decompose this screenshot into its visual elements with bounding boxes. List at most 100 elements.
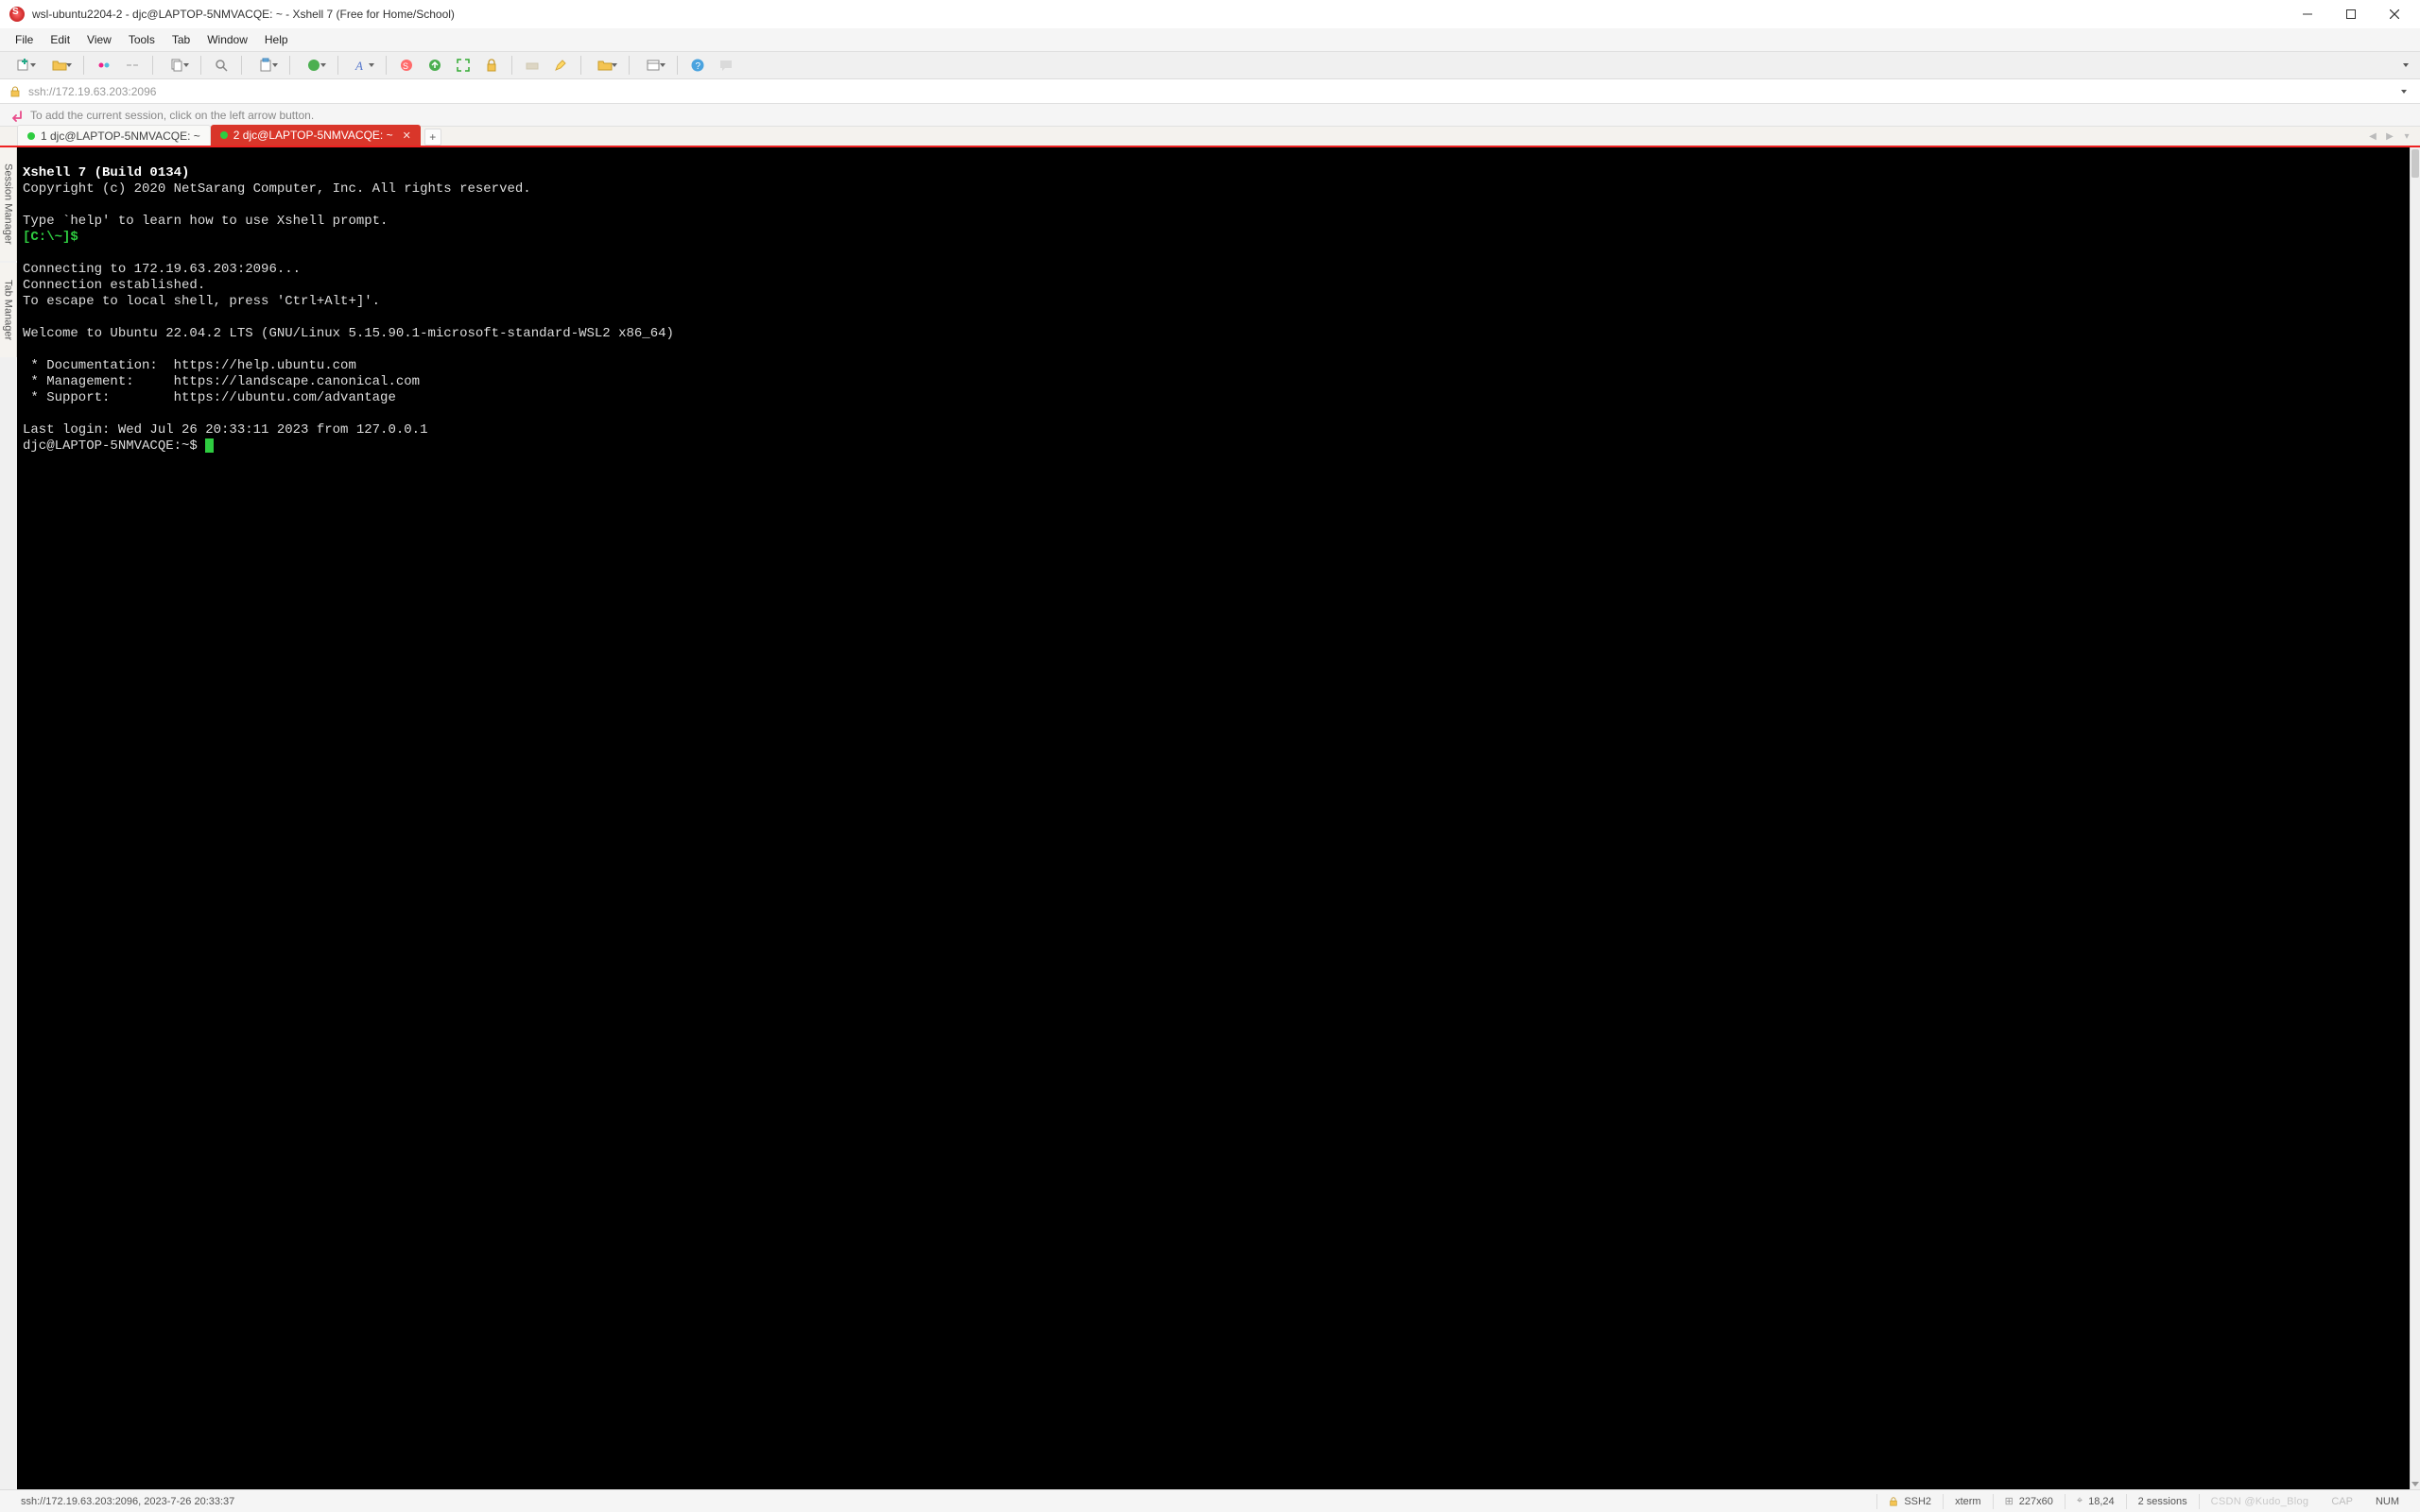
session-tabs: 1 djc@LAPTOP-5NMVACQE: ~ 2 djc@LAPTOP-5N… — [0, 127, 2420, 147]
transfer-button[interactable] — [520, 54, 544, 77]
tab-list-button[interactable]: ▾ — [2399, 129, 2414, 144]
chat-button[interactable] — [714, 54, 738, 77]
status-cursor-pos: ⌖18,24 — [2066, 1490, 2126, 1512]
layout-button[interactable] — [637, 54, 669, 77]
open-session-button[interactable] — [43, 54, 76, 77]
toolbar-separator — [337, 56, 338, 75]
reconnect-button[interactable] — [92, 54, 116, 77]
close-button[interactable] — [2373, 0, 2416, 28]
tab-scroll-left-button[interactable]: ◀ — [2365, 129, 2380, 144]
svg-text:S: S — [403, 61, 408, 71]
terminal-line: * Management: https://landscape.canonica… — [23, 374, 420, 389]
status-bar: ssh://172.19.63.203:2096, 2023-7-26 20:3… — [0, 1489, 2420, 1512]
status-caps: CAP — [2320, 1490, 2364, 1512]
terminal-line: * Documentation: https://help.ubuntu.com — [23, 358, 356, 373]
terminal-prompt: [C:\~]$ — [23, 230, 86, 245]
toolbar-separator — [511, 56, 512, 75]
hint-text: To add the current session, click on the… — [30, 109, 314, 122]
terminal-line: Type `help' to learn how to use Xshell p… — [23, 214, 388, 229]
address-bar[interactable]: ssh://172.19.63.203:2096 — [0, 79, 2420, 104]
maximize-button[interactable] — [2329, 0, 2373, 28]
terminal-line: Xshell 7 (Build 0134) — [23, 165, 189, 180]
terminal-line: Last login: Wed Jul 26 20:33:11 2023 fro… — [23, 422, 427, 438]
status-dot-icon — [220, 131, 228, 139]
menu-view[interactable]: View — [79, 31, 119, 48]
disconnect-button[interactable] — [120, 54, 145, 77]
toolbar-separator — [289, 56, 290, 75]
terminal-line: Connection established. — [23, 278, 205, 293]
toolbar-separator — [386, 56, 387, 75]
menu-file[interactable]: File — [8, 31, 41, 48]
svg-text:?: ? — [696, 61, 701, 72]
toolbar-separator — [152, 56, 153, 75]
menu-bar: File Edit View Tools Tab Window Help — [0, 28, 2420, 51]
toolbar: A S ? — [0, 51, 2420, 79]
toolbar-separator — [580, 56, 581, 75]
toolbar-separator — [677, 56, 678, 75]
window-title: wsl-ubuntu2204-2 - djc@LAPTOP-5NMVACQE: … — [32, 8, 455, 21]
scroll-thumb[interactable] — [2411, 149, 2419, 178]
scroll-down-button[interactable] — [2411, 1478, 2420, 1489]
lock-button[interactable] — [479, 54, 504, 77]
session-tab-1[interactable]: 1 djc@LAPTOP-5NMVACQE: ~ — [17, 125, 211, 146]
font-button[interactable]: A — [346, 54, 378, 77]
tab-label: 1 djc@LAPTOP-5NMVACQE: ~ — [41, 129, 200, 143]
open-folder-button[interactable] — [589, 54, 621, 77]
xagent-button[interactable]: S — [394, 54, 419, 77]
add-tab-button[interactable]: + — [424, 129, 441, 146]
terminal-line: * Support: https://ubuntu.com/advantage — [23, 390, 396, 405]
xftp-button[interactable] — [423, 54, 447, 77]
toolbar-separator — [200, 56, 201, 75]
tab-scroll-right-button[interactable]: ▶ — [2382, 129, 2397, 144]
add-session-arrow-icon[interactable] — [9, 109, 23, 122]
terminal[interactable]: Xshell 7 (Build 0134) Copyright (c) 2020… — [17, 147, 2410, 1489]
watermark-text: CSDN @Kudo_Blog — [2200, 1490, 2321, 1512]
title-bar: wsl-ubuntu2204-2 - djc@LAPTOP-5NMVACQE: … — [0, 0, 2420, 28]
toolbar-separator — [629, 56, 630, 75]
color-scheme-button[interactable] — [298, 54, 330, 77]
status-term-type: xterm — [1944, 1490, 1993, 1512]
status-session-count: 2 sessions — [2127, 1490, 2199, 1512]
address-url: ssh://172.19.63.203:2096 — [28, 85, 156, 98]
toolbar-separator — [241, 56, 242, 75]
lock-icon — [1889, 1497, 1898, 1506]
highlight-button[interactable] — [548, 54, 573, 77]
window-controls — [2286, 0, 2416, 28]
menu-tab[interactable]: Tab — [164, 31, 198, 48]
terminal-line: Connecting to 172.19.63.203:2096... — [23, 262, 301, 277]
menu-edit[interactable]: Edit — [43, 31, 78, 48]
hint-bar: To add the current session, click on the… — [0, 104, 2420, 127]
tab-manager-tab[interactable]: Tab Manager — [0, 263, 17, 357]
app-icon — [9, 7, 25, 22]
find-button[interactable] — [209, 54, 233, 77]
address-dropdown-button[interactable] — [2397, 90, 2411, 94]
paste-button[interactable] — [250, 54, 282, 77]
terminal-line: Welcome to Ubuntu 22.04.2 LTS (GNU/Linux… — [23, 326, 674, 341]
menu-window[interactable]: Window — [199, 31, 255, 48]
close-tab-icon[interactable]: ✕ — [403, 129, 411, 142]
toolbar-overflow-button[interactable] — [2399, 54, 2412, 77]
fullscreen-button[interactable] — [451, 54, 475, 77]
status-term-size: ⊞227x60 — [1994, 1490, 2065, 1512]
terminal-scrollbar[interactable] — [2410, 147, 2420, 1489]
help-button[interactable]: ? — [685, 54, 710, 77]
lock-icon — [9, 86, 21, 97]
menu-tools[interactable]: Tools — [121, 31, 163, 48]
toolbar-separator — [83, 56, 84, 75]
svg-text:A: A — [354, 59, 363, 73]
session-tab-2[interactable]: 2 djc@LAPTOP-5NMVACQE: ~ ✕ — [211, 125, 421, 146]
status-dot-icon — [27, 132, 35, 140]
minimize-button[interactable] — [2286, 0, 2329, 28]
terminal-shell-prompt: djc@LAPTOP-5NMVACQE:~$ — [23, 438, 205, 454]
session-manager-tab[interactable]: Session Manager — [0, 147, 17, 261]
menu-help[interactable]: Help — [257, 31, 296, 48]
main-body: Session Manager Tab Manager Xshell 7 (Bu… — [0, 147, 2420, 1489]
terminal-line: Copyright (c) 2020 NetSarang Computer, I… — [23, 181, 531, 197]
status-connection: ssh://172.19.63.203:2096, 2023-7-26 20:3… — [9, 1490, 246, 1512]
cursor-icon — [205, 438, 214, 453]
status-protocol: SSH2 — [1877, 1490, 1943, 1512]
tab-label: 2 djc@LAPTOP-5NMVACQE: ~ — [233, 129, 393, 142]
copy-button[interactable] — [161, 54, 193, 77]
new-session-button[interactable] — [8, 54, 40, 77]
status-num: NUM — [2364, 1490, 2411, 1512]
